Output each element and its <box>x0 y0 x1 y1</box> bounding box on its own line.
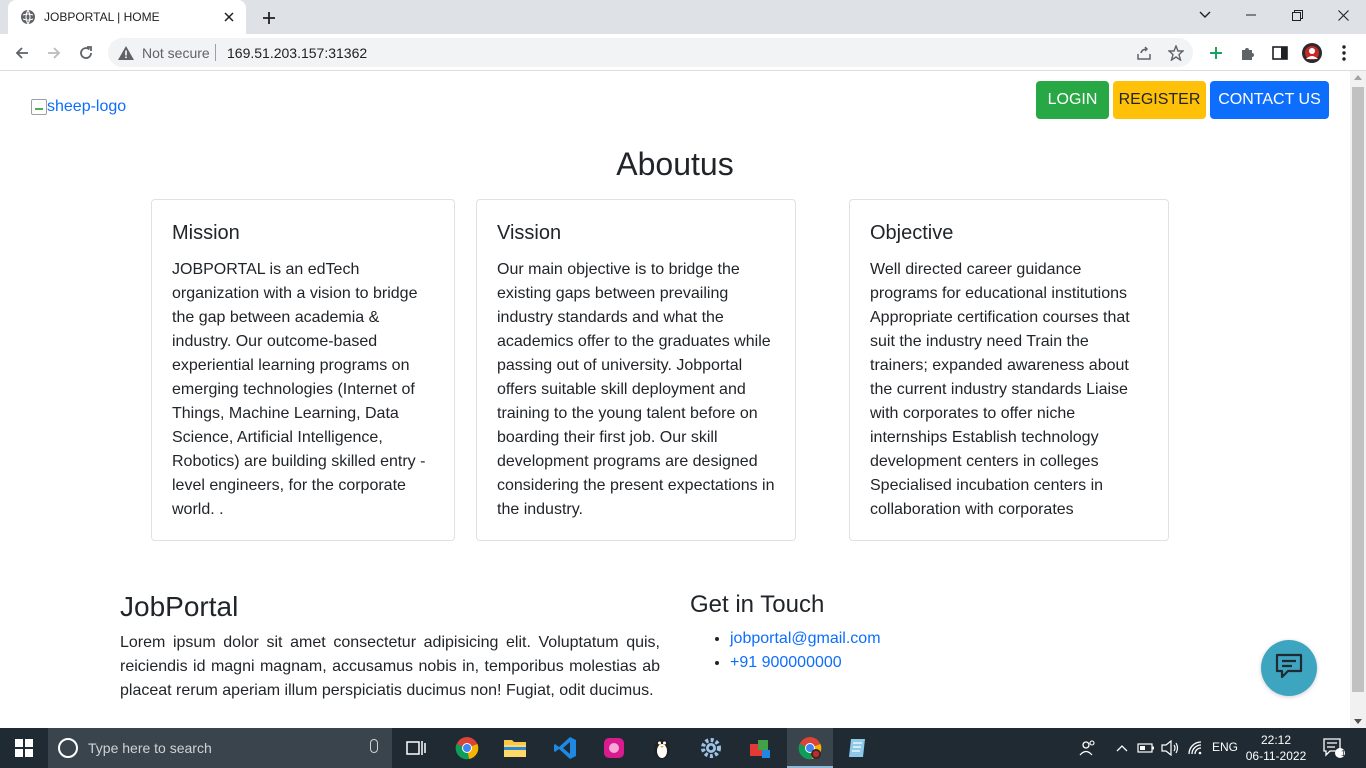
taskbar-search-box[interactable]: Type here to search <box>48 728 392 768</box>
browser-toolbar: Not secure 169.51.203.157:31362 <box>0 34 1366 71</box>
new-tab-button[interactable] <box>256 5 282 31</box>
security-label: Not secure <box>142 45 210 61</box>
notification-center-icon[interactable]: 1 <box>1320 734 1348 762</box>
contact-list: jobportal@gmail.com +91 900000000 <box>730 627 881 675</box>
register-button[interactable]: REGISTER <box>1113 81 1206 119</box>
profile-avatar-icon[interactable] <box>1301 42 1323 64</box>
objective-card: Objective Well directed career guidance … <box>849 199 1169 541</box>
linux-penguin-icon[interactable] <box>648 734 676 762</box>
reload-icon[interactable] <box>72 39 100 67</box>
chat-widget-button[interactable] <box>1261 640 1317 696</box>
app-red-icon[interactable] <box>746 734 774 762</box>
get-in-touch-heading: Get in Touch <box>690 591 825 618</box>
extension-plus-icon[interactable] <box>1205 42 1227 64</box>
url-text[interactable]: 169.51.203.157:31362 <box>227 45 367 61</box>
contact-us-button[interactable]: CONTACT US <box>1210 81 1329 119</box>
footer-title: JobPortal <box>120 591 239 622</box>
clock-date: 06-11-2022 <box>1245 749 1307 763</box>
scrollbar-thumb[interactable] <box>1352 87 1364 692</box>
card-text: Our main objective is to bridge the exis… <box>497 261 775 518</box>
bookmark-star-icon[interactable] <box>1166 43 1186 63</box>
close-tab-icon[interactable] <box>220 8 238 26</box>
task-view-icon[interactable] <box>402 734 430 762</box>
back-icon[interactable] <box>8 39 36 67</box>
card-text: JOBPORTAL is an edTech organization with… <box>172 261 426 518</box>
notification-count: 1 <box>1341 749 1346 758</box>
clock-time: 22:12 <box>1260 733 1292 747</box>
settings-gear-icon[interactable] <box>697 734 725 762</box>
wifi-icon[interactable] <box>1182 734 1210 762</box>
phone-link[interactable]: +91 900000000 <box>730 654 842 671</box>
puzzle-extensions-icon[interactable] <box>1237 42 1259 64</box>
tab-title: JOBPORTAL | HOME <box>44 10 160 24</box>
list-item: +91 900000000 <box>730 651 881 675</box>
scroll-up-icon[interactable] <box>1354 75 1362 80</box>
cortana-icon <box>58 738 78 758</box>
warning-icon[interactable] <box>118 45 134 64</box>
browser-menu-icon[interactable] <box>1333 42 1355 64</box>
windows-taskbar: Type here to search ENG 22:12 06-11-2022… <box>0 728 1366 768</box>
page-viewport: sheep-logo LOGIN REGISTER CONTACT US Abo… <box>0 71 1350 728</box>
side-panel-icon[interactable] <box>1269 42 1291 64</box>
tab-search-icon[interactable] <box>1182 0 1228 30</box>
notepad-app-icon[interactable] <box>844 734 872 762</box>
vscode-icon[interactable] <box>551 734 579 762</box>
browser-tabstrip: JOBPORTAL | HOME <box>0 0 1366 34</box>
minimize-icon[interactable] <box>1228 0 1274 30</box>
login-button[interactable]: LOGIN <box>1036 81 1109 119</box>
vision-card: Vission Our main objective is to bridge … <box>476 199 796 541</box>
globe-icon <box>20 9 36 25</box>
footer-description: Lorem ipsum dolor sit amet consectetur a… <box>120 634 660 699</box>
about-heading: Aboutus <box>616 146 734 182</box>
logo-alt-text: sheep-logo <box>47 98 127 115</box>
list-item: jobportal@gmail.com <box>730 627 881 651</box>
chrome-icon[interactable] <box>453 734 481 762</box>
address-bar[interactable]: Not secure 169.51.203.157:31362 <box>108 38 1193 67</box>
site-logo[interactable]: sheep-logo <box>31 98 126 116</box>
card-text: Well directed career guidance programs f… <box>870 261 1130 518</box>
restore-icon[interactable] <box>1274 0 1320 30</box>
forward-icon[interactable] <box>40 39 68 67</box>
language-indicator[interactable]: ENG <box>1212 740 1238 754</box>
file-explorer-icon[interactable] <box>501 734 529 762</box>
app-pink-icon[interactable] <box>600 734 628 762</box>
card-title: Mission <box>172 222 240 244</box>
taskbar-clock[interactable]: 22:12 06-11-2022 <box>1244 732 1308 764</box>
scroll-down-icon[interactable] <box>1354 719 1362 724</box>
email-link[interactable]: jobportal@gmail.com <box>730 630 881 647</box>
volume-icon[interactable] <box>1156 734 1184 762</box>
search-placeholder: Type here to search <box>88 740 212 756</box>
windows-start-icon[interactable] <box>0 728 48 768</box>
broken-image-icon <box>31 99 47 115</box>
share-icon[interactable] <box>1134 43 1154 63</box>
microphone-icon[interactable] <box>370 739 378 753</box>
card-title: Vission <box>497 222 562 244</box>
browser-tab[interactable]: JOBPORTAL | HOME <box>8 0 246 34</box>
chrome-profile-icon[interactable] <box>796 734 824 762</box>
mission-card: Mission JOBPORTAL is an edTech organizat… <box>151 199 455 541</box>
omnibox-divider <box>215 44 216 61</box>
people-icon[interactable] <box>1074 734 1102 762</box>
page-scrollbar[interactable] <box>1350 71 1366 728</box>
card-title: Objective <box>870 222 954 244</box>
chat-icon <box>1274 652 1304 684</box>
close-window-icon[interactable] <box>1320 0 1366 30</box>
